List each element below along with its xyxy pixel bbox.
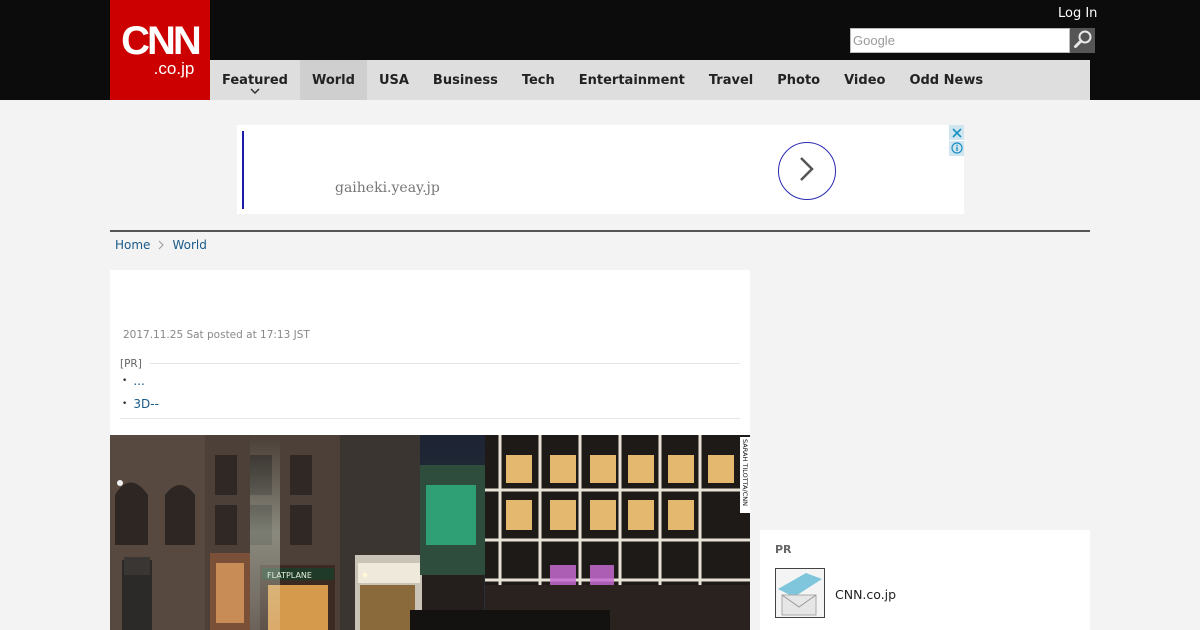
nav-item-tech[interactable]: Tech bbox=[510, 60, 567, 100]
photo-credit: SARAH TILOTTA/CNN bbox=[740, 437, 750, 513]
logo-text: CNN bbox=[121, 19, 202, 63]
search-icon bbox=[1073, 29, 1093, 53]
chevron-right-icon bbox=[797, 156, 817, 186]
ad-domain[interactable]: gaiheki.yeay.jp bbox=[335, 180, 440, 196]
nav-item-label: World bbox=[311, 72, 355, 88]
posted-timestamp: 2017.11.25 Sat posted at 17:13 JST bbox=[123, 329, 310, 341]
nav-item-label: USA bbox=[378, 72, 409, 88]
nav-item-label: Video bbox=[844, 72, 886, 88]
pr-label: [PR] bbox=[120, 358, 142, 370]
nav-item-world[interactable]: World bbox=[299, 60, 367, 100]
nav-item-featured[interactable]: Featured bbox=[210, 60, 300, 100]
nav-item-label: Travel bbox=[708, 72, 754, 88]
nav-item-label: Business bbox=[432, 72, 498, 88]
nav-item-business[interactable]: Business bbox=[421, 60, 510, 100]
section-divider bbox=[110, 230, 1090, 232]
logo-domain: .co.jp bbox=[153, 59, 195, 78]
sidebar-pr-heading: PR bbox=[775, 543, 792, 556]
pr-link-text[interactable]: ... bbox=[133, 374, 144, 388]
bullet-icon: • bbox=[122, 399, 128, 409]
ad-arrow-button[interactable] bbox=[778, 142, 836, 200]
article-photo: FLATPLANE SARAH TILOTTA/CNN bbox=[110, 435, 750, 630]
nav-item-usa[interactable]: USA bbox=[367, 60, 421, 100]
sidebar-pr-text[interactable]: CNN.co.jp bbox=[835, 587, 896, 602]
nav-item-label: Odd News bbox=[909, 72, 984, 88]
article-card: 2017.11.25 Sat posted at 17:13 JST [PR] … bbox=[110, 270, 750, 630]
breadcrumb-home[interactable]: Home bbox=[115, 238, 150, 252]
bullet-icon: • bbox=[122, 376, 128, 386]
pr-divider bbox=[150, 363, 740, 364]
ad-info-button[interactable] bbox=[949, 141, 964, 156]
nav-item-label: Entertainment bbox=[578, 72, 685, 88]
pr-link[interactable]: • 3D-- bbox=[122, 397, 159, 411]
nav-item-video[interactable]: Video bbox=[832, 60, 897, 100]
pr-divider-bottom bbox=[120, 418, 740, 419]
pr-link-text[interactable]: 3D-- bbox=[133, 397, 159, 411]
ad-banner[interactable]: gaiheki.yeay.jp bbox=[237, 125, 964, 214]
cnn-app-thumbnail[interactable] bbox=[775, 568, 825, 618]
chevron-down-icon bbox=[250, 83, 260, 98]
photo-credit-text: SARAH TILOTTA/CNN bbox=[741, 439, 749, 506]
main-nav: Featured World USA Business Tech Enterta… bbox=[210, 60, 1090, 100]
search-button[interactable] bbox=[1070, 28, 1095, 53]
mail-icon bbox=[776, 569, 824, 617]
ad-close-button[interactable] bbox=[949, 125, 964, 140]
nav-item-entertainment[interactable]: Entertainment bbox=[567, 60, 697, 100]
nav-item-label: Photo bbox=[777, 72, 821, 88]
nav-item-travel[interactable]: Travel bbox=[697, 60, 765, 100]
ad-accent-bar bbox=[242, 131, 244, 209]
login-link[interactable]: Log In bbox=[1058, 6, 1097, 21]
search-input[interactable] bbox=[850, 28, 1070, 53]
info-icon bbox=[950, 139, 963, 158]
breadcrumb: Home World bbox=[115, 238, 207, 252]
chevron-right-icon bbox=[158, 240, 165, 250]
pr-link[interactable]: • ... bbox=[122, 374, 145, 388]
cnn-logo[interactable]: CNN .co.jp bbox=[110, 0, 210, 100]
nav-item-label: Tech bbox=[521, 72, 555, 88]
sidebar-pr: PR CNN.co.jp bbox=[760, 530, 1090, 630]
nav-item-odd-news[interactable]: Odd News bbox=[897, 60, 995, 100]
breadcrumb-world[interactable]: World bbox=[172, 238, 206, 252]
street-scene-image: FLATPLANE bbox=[110, 435, 750, 630]
nav-item-photo[interactable]: Photo bbox=[765, 60, 832, 100]
